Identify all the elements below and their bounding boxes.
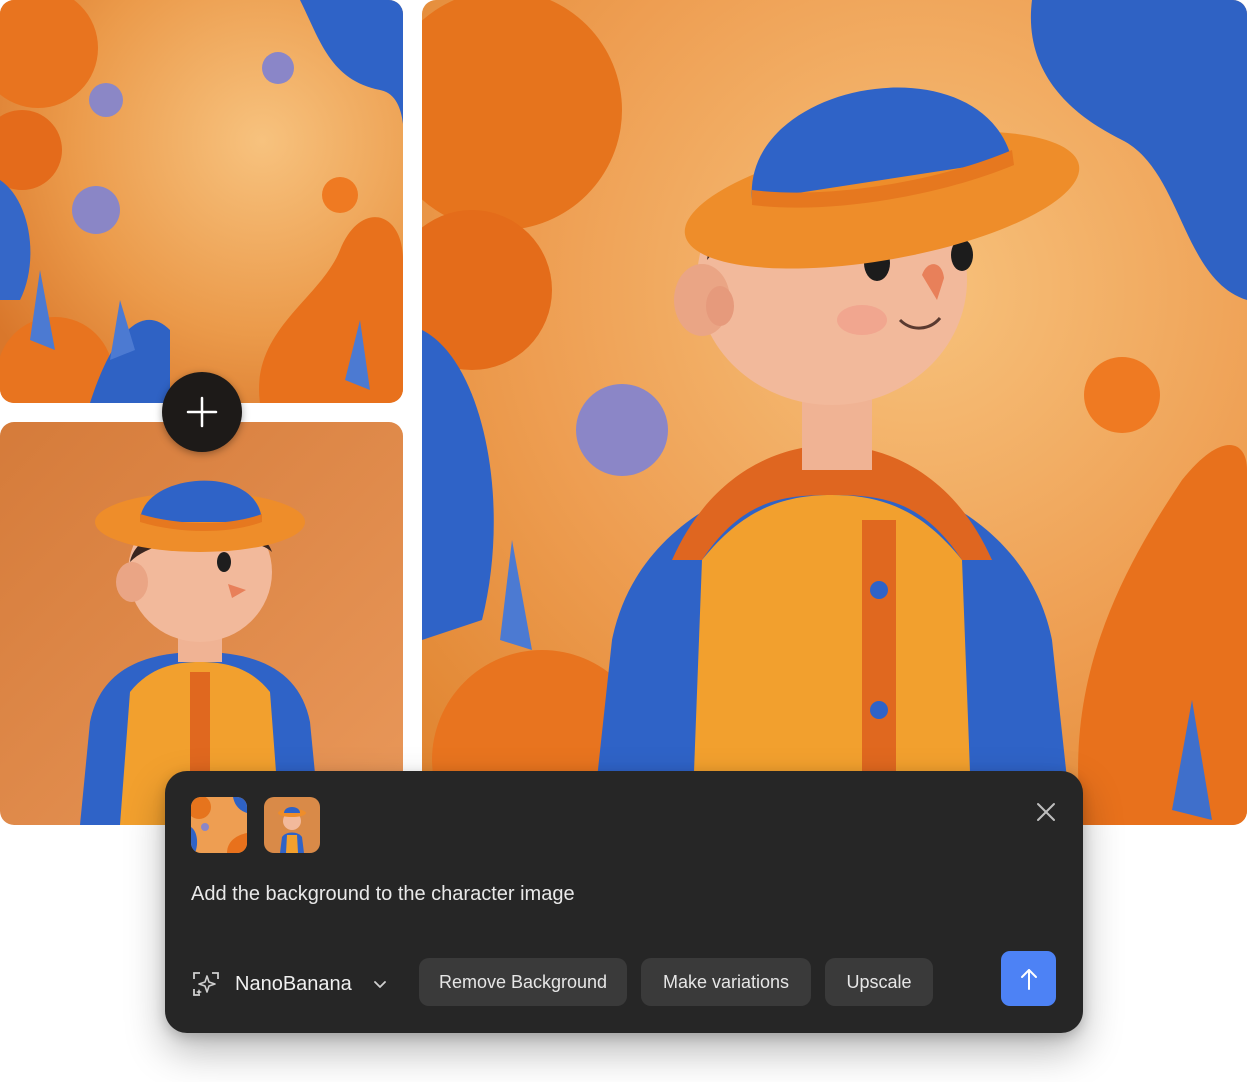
prompt-panel: Add the background to the character imag…: [165, 771, 1083, 1033]
prompt-text[interactable]: Add the background to the character imag…: [191, 883, 575, 906]
model-selector[interactable]: NanoBanana: [191, 965, 388, 1003]
attached-background-thumbnail[interactable]: [191, 797, 247, 853]
sparkle-frame-icon: [193, 972, 219, 996]
arrow-up-icon: [1020, 968, 1037, 990]
background-source-image[interactable]: [0, 0, 403, 403]
plus-icon: [186, 396, 218, 428]
close-button[interactable]: [1033, 799, 1059, 825]
character-source-image[interactable]: [0, 422, 403, 825]
upscale-button[interactable]: Upscale: [825, 958, 933, 1006]
make-variations-button[interactable]: Make variations: [641, 958, 811, 1006]
add-image-button[interactable]: [162, 372, 242, 452]
chevron-down-icon: [373, 981, 386, 988]
result-image[interactable]: [422, 0, 1247, 825]
attached-character-thumbnail[interactable]: [264, 797, 320, 853]
close-icon: [1037, 803, 1055, 821]
send-button[interactable]: [1001, 951, 1056, 1006]
remove-background-button[interactable]: Remove Background: [419, 958, 627, 1006]
model-label: NanoBanana: [235, 972, 352, 995]
